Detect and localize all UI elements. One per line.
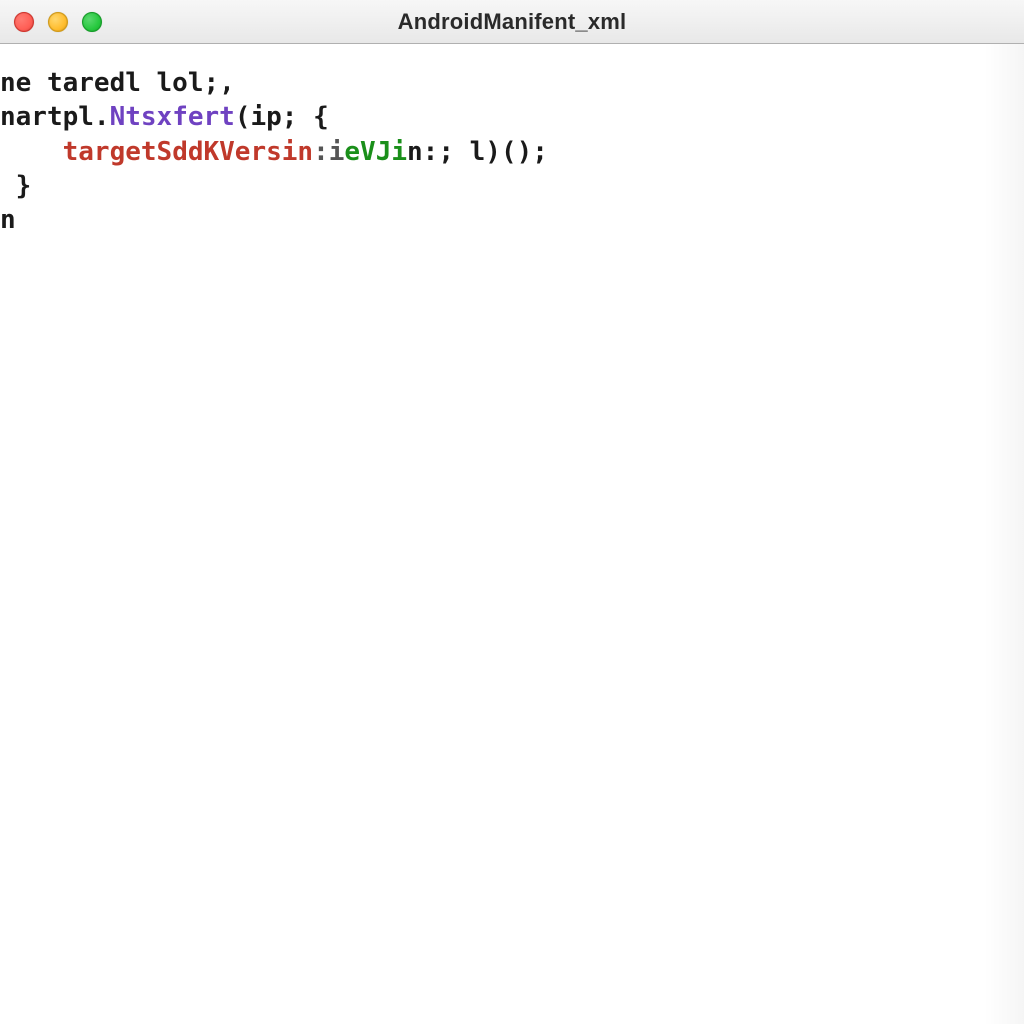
- code-token: targetSddKVersin: [63, 137, 313, 167]
- code-line-4[interactable]: }: [0, 169, 1024, 203]
- code-token: :i: [313, 137, 344, 167]
- code-token: )();: [485, 137, 548, 167]
- code-token: n:;: [407, 137, 470, 167]
- code-token: }: [0, 171, 31, 201]
- code-line-6[interactable]: n: [0, 203, 1024, 237]
- code-token: .: [94, 102, 110, 132]
- code-token: ne taredl lol;,: [0, 68, 235, 98]
- code-line-3[interactable]: targetSddKVersin:ieVJin:; l)();: [0, 135, 1024, 169]
- editor-area[interactable]: ne taredl lol;, nartpl.Ntsxfert(ip; { ta…: [0, 44, 1024, 1024]
- code-token: eVJi: [344, 137, 407, 167]
- code-line-1[interactable]: ne taredl lol;,: [0, 66, 1024, 100]
- code-token: n: [0, 205, 16, 235]
- minimize-button[interactable]: [48, 12, 68, 32]
- zoom-button[interactable]: [82, 12, 102, 32]
- code-line-2[interactable]: nartpl.Ntsxfert(ip; {: [0, 100, 1024, 134]
- code-indent: [0, 137, 63, 167]
- traffic-lights: [0, 12, 102, 32]
- code-token: Ntsxfert: [110, 102, 235, 132]
- code-token: nartpl: [0, 102, 94, 132]
- code-token: (ip; {: [235, 102, 329, 132]
- editor-window: AndroidManifent_xml ne taredl lol;, nart…: [0, 0, 1024, 1024]
- window-title: AndroidManifent_xml: [0, 9, 1024, 35]
- code-token: l: [470, 137, 486, 167]
- close-button[interactable]: [14, 12, 34, 32]
- titlebar: AndroidManifent_xml: [0, 0, 1024, 44]
